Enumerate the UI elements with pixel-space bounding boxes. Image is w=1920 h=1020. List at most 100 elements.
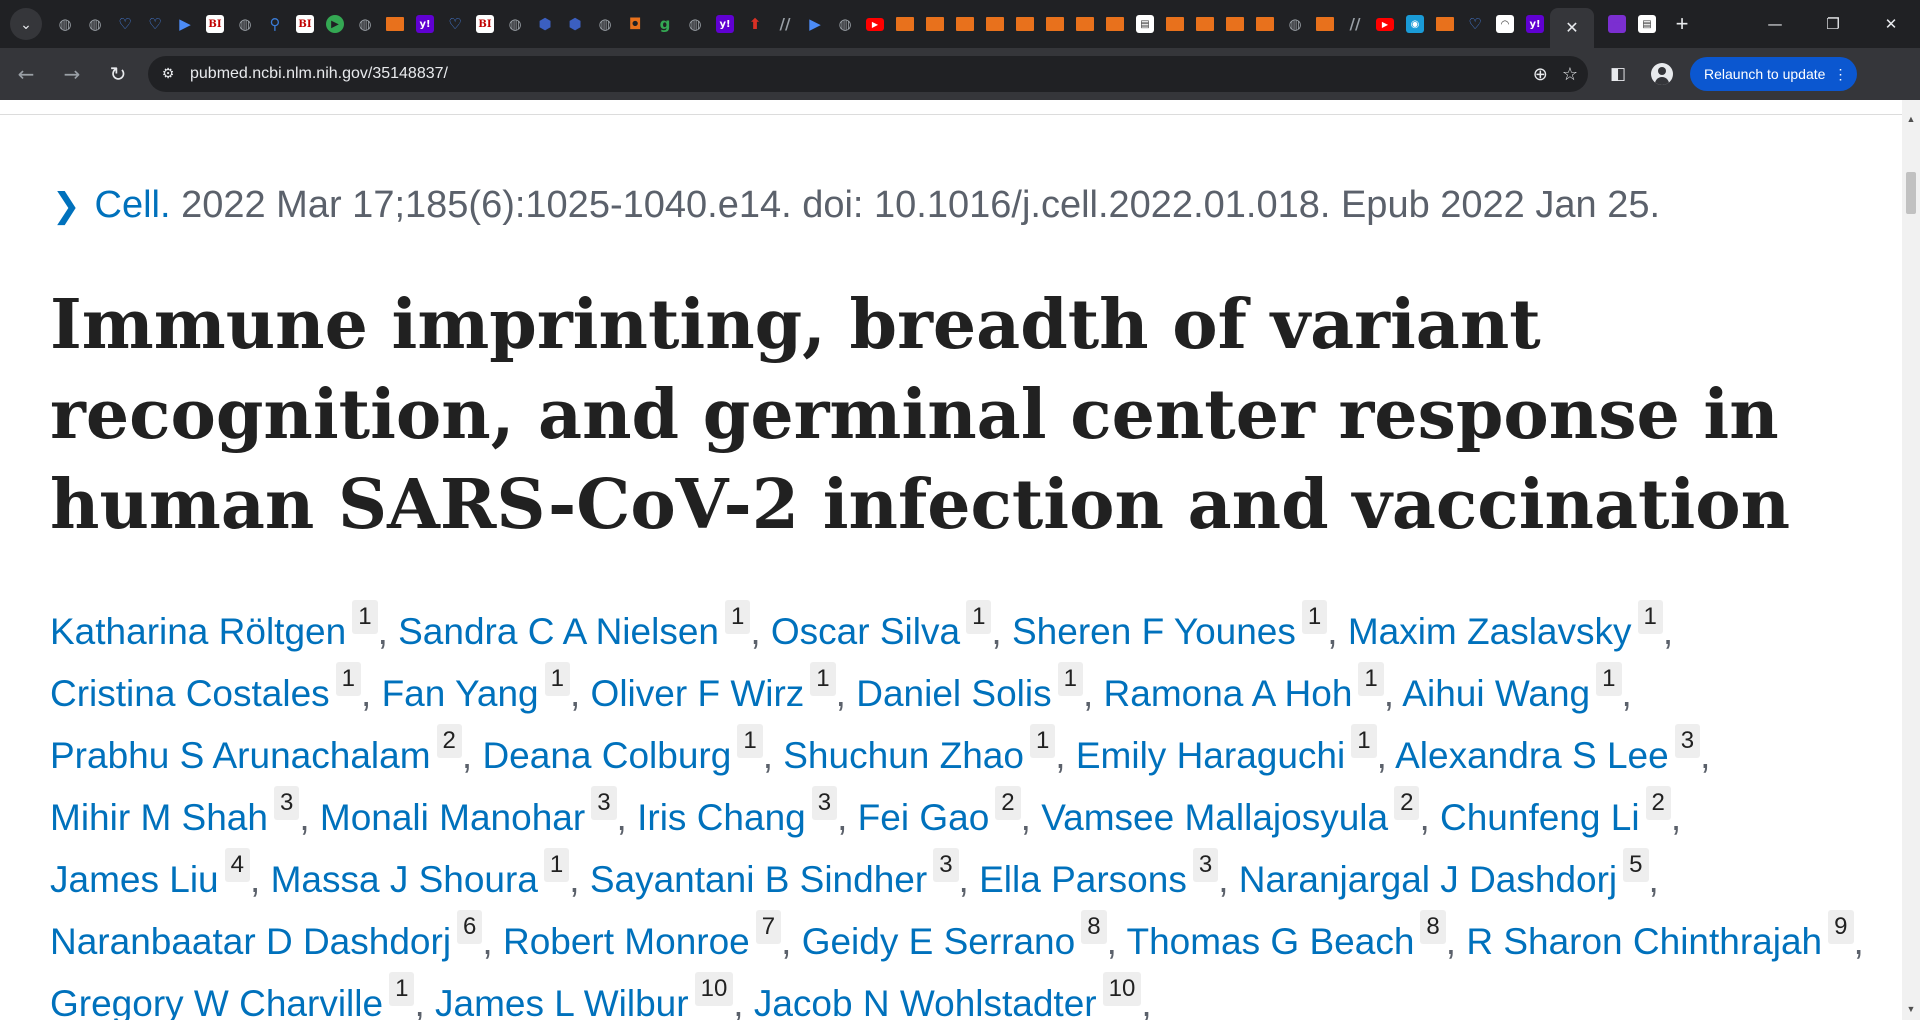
affiliation-button[interactable]: 5 [1623, 848, 1649, 882]
browser-tab-37[interactable]: ▬ [1160, 6, 1190, 42]
author-link[interactable]: Vamsee Mallajosyula [1041, 797, 1388, 838]
affiliation-button[interactable]: 1 [1637, 600, 1663, 634]
side-panel-button[interactable]: ◧ [1602, 58, 1634, 90]
browser-tab-7[interactable]: ⚲ [260, 6, 290, 42]
browser-tab-42[interactable]: ▬ [1310, 6, 1340, 42]
browser-tab-14[interactable]: BI [470, 6, 500, 42]
author-link[interactable]: Sayantani B Sindher [590, 859, 927, 900]
chevron-right-icon[interactable]: ❯ [52, 186, 81, 226]
author-link[interactable]: Aihui Wang [1402, 673, 1590, 714]
browser-tab-0[interactable]: ◍ [50, 6, 80, 42]
affiliation-button[interactable]: 4 [224, 848, 250, 882]
browser-tab-44[interactable]: ▶ [1370, 6, 1400, 42]
affiliation-button[interactable]: 9 [1828, 910, 1854, 944]
browser-tab-5[interactable]: BI [200, 6, 230, 42]
browser-tab-16[interactable]: ⬢ [530, 6, 560, 42]
browser-tab-4[interactable]: ▶ [170, 6, 200, 42]
browser-tab-10[interactable]: ◍ [350, 6, 380, 42]
reload-button[interactable]: ↻ [98, 54, 138, 94]
author-link[interactable]: Alexandra S Lee [1395, 735, 1669, 776]
zoom-icon[interactable]: ⊕ [1533, 64, 1548, 85]
author-link[interactable]: Deana Colburg [482, 735, 731, 776]
scroll-up-arrow-icon[interactable]: ▲ [1902, 114, 1920, 128]
browser-tab-27[interactable]: ▶ [860, 6, 890, 42]
profile-button[interactable] [1646, 58, 1678, 90]
affiliation-button[interactable]: 2 [436, 724, 462, 758]
browser-tab-45[interactable]: ◉ [1400, 6, 1430, 42]
browser-tab-47[interactable]: ♡ [1460, 6, 1490, 42]
affiliation-button[interactable]: 10 [694, 972, 734, 1006]
author-link[interactable]: Chunfeng Li [1440, 797, 1640, 838]
author-link[interactable]: Emily Haraguchi [1076, 735, 1345, 776]
browser-tab-19[interactable]: ◘ [620, 6, 650, 42]
author-link[interactable]: Robert Monroe [503, 921, 750, 962]
author-link[interactable]: Fan Yang [382, 673, 539, 714]
active-tab[interactable]: ✕ [1550, 8, 1594, 48]
author-link[interactable]: Thomas G Beach [1126, 921, 1414, 962]
affiliation-button[interactable]: 10 [1102, 972, 1142, 1006]
browser-tab-25[interactable]: ▶ [800, 6, 830, 42]
affiliation-button[interactable]: 1 [335, 662, 362, 696]
author-link[interactable]: Massa J Shoura [271, 859, 538, 900]
author-link[interactable]: Ella Parsons [979, 859, 1187, 900]
affiliation-button[interactable]: 1 [724, 600, 751, 634]
browser-tab-33[interactable]: ▬ [1040, 6, 1070, 42]
author-link[interactable]: Prabhu S Arunachalam [50, 735, 431, 776]
affiliation-button[interactable]: 2 [1394, 786, 1420, 820]
browser-after-tab-1[interactable]: ▤ [1632, 6, 1662, 42]
browser-tab-48[interactable]: ◠ [1490, 6, 1520, 42]
affiliation-button[interactable]: 1 [389, 972, 415, 1006]
browser-tab-35[interactable]: ▬ [1100, 6, 1130, 42]
affiliation-button[interactable]: 8 [1081, 910, 1107, 944]
author-link[interactable]: Maxim Zaslavsky [1348, 611, 1632, 652]
affiliation-button[interactable]: 1 [1596, 662, 1622, 696]
author-link[interactable]: Geidy E Serrano [802, 921, 1076, 962]
affiliation-button[interactable]: 7 [755, 910, 782, 944]
affiliation-button[interactable]: 2 [995, 786, 1021, 820]
affiliation-button[interactable]: 1 [1358, 662, 1384, 696]
affiliation-button[interactable]: 1 [1301, 600, 1328, 634]
forward-button[interactable]: → [52, 54, 92, 94]
affiliation-button[interactable]: 2 [1645, 786, 1671, 820]
close-window-button[interactable]: ✕ [1862, 0, 1920, 48]
author-link[interactable]: Oscar Silva [771, 611, 960, 652]
browser-tab-39[interactable]: ▬ [1220, 6, 1250, 42]
bookmark-star-icon[interactable]: ☆ [1562, 64, 1578, 85]
browser-tab-43[interactable]: // [1340, 6, 1370, 42]
browser-tab-46[interactable]: ▬ [1430, 6, 1460, 42]
author-link[interactable]: Fei Gao [858, 797, 990, 838]
author-link[interactable]: Monali Manohar [320, 797, 585, 838]
browser-tab-8[interactable]: BI [290, 6, 320, 42]
browser-tab-9[interactable]: ▶ [320, 6, 350, 42]
affiliation-button[interactable]: 1 [737, 724, 763, 758]
affiliation-button[interactable]: 8 [1420, 910, 1446, 944]
browser-tab-32[interactable]: ▬ [1010, 6, 1040, 42]
author-link[interactable]: Iris Chang [637, 797, 806, 838]
affiliation-button[interactable]: 3 [591, 786, 617, 820]
page-scrollbar[interactable]: ▲ ▼ [1902, 100, 1920, 1020]
url-text[interactable]: pubmed.ncbi.nlm.nih.gov/35148837/ [190, 65, 448, 83]
author-link[interactable]: Katharina Röltgen [50, 611, 346, 652]
browser-tab-2[interactable]: ♡ [110, 6, 140, 42]
browser-tab-13[interactable]: ♡ [440, 6, 470, 42]
browser-tab-49[interactable]: y! [1520, 6, 1550, 42]
affiliation-button[interactable]: 1 [810, 662, 836, 696]
browser-tab-23[interactable]: ⬆ [740, 6, 770, 42]
author-link[interactable]: Mihir M Shah [50, 797, 268, 838]
affiliation-button[interactable]: 1 [543, 848, 570, 882]
affiliation-button[interactable]: 3 [811, 786, 838, 820]
affiliation-button[interactable]: 3 [1192, 848, 1219, 882]
browser-tab-40[interactable]: ▬ [1250, 6, 1280, 42]
browser-tab-41[interactable]: ◍ [1280, 6, 1310, 42]
browser-tab-22[interactable]: y! [710, 6, 740, 42]
author-link[interactable]: Naranbaatar D Dashdorj [50, 921, 451, 962]
browser-tab-38[interactable]: ▬ [1190, 6, 1220, 42]
scroll-down-arrow-icon[interactable]: ▼ [1902, 1004, 1920, 1018]
author-link[interactable]: R Sharon Chinthrajah [1466, 921, 1822, 962]
browser-tab-18[interactable]: ◍ [590, 6, 620, 42]
author-link[interactable]: Gregory W Charville [50, 983, 383, 1020]
browser-tab-24[interactable]: // [770, 6, 800, 42]
close-tab-icon[interactable]: ✕ [1565, 18, 1578, 38]
affiliation-button[interactable]: 1 [1057, 662, 1083, 696]
site-info-button[interactable]: ⚙ [154, 60, 182, 88]
